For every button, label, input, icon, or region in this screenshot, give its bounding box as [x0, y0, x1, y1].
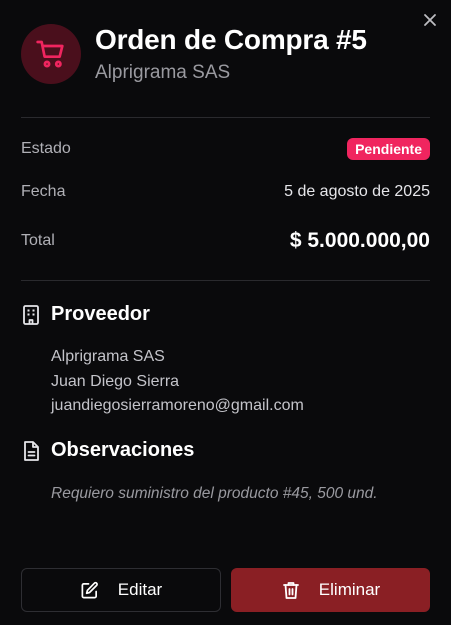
- date-row: Fecha 5 de agosto de 2025: [21, 183, 430, 201]
- close-button[interactable]: [420, 10, 440, 30]
- supplier-details: Alprigrama SAS Juan Diego Sierra juandie…: [51, 345, 304, 419]
- building-icon: [23, 304, 39, 325]
- status-badge: Pendiente: [347, 138, 430, 160]
- delete-label: Eliminar: [318, 580, 381, 599]
- divider-middle: [21, 280, 430, 281]
- supplier-email: juandiegosierramoreno@gmail.com: [51, 397, 304, 414]
- date-label: Fecha: [21, 183, 66, 200]
- supplier-company: Alprigrama SAS: [51, 348, 165, 365]
- total-label: Total: [21, 232, 55, 249]
- trash-icon: [282, 582, 299, 599]
- observations-text: Requiero suministro del producto #45, 50…: [51, 485, 378, 502]
- observations-heading: Observaciones: [21, 439, 194, 462]
- edit-button[interactable]: Editar: [21, 568, 221, 612]
- edit-label: Editar: [117, 580, 163, 599]
- status-row: Estado Pendiente: [21, 138, 430, 160]
- total-row: Total $ 5.000.000,00: [21, 229, 430, 253]
- delete-button[interactable]: Eliminar: [231, 568, 430, 612]
- close-icon: [424, 14, 436, 26]
- order-title: Orden de Compra #5: [95, 24, 367, 55]
- cart-avatar: [21, 23, 81, 84]
- dialog-header: Orden de Compra #5 Alprigrama SAS: [21, 23, 367, 84]
- order-subtitle: Alprigrama SAS: [95, 62, 231, 83]
- document-icon: [24, 440, 39, 461]
- supplier-title: Proveedor: [51, 303, 150, 325]
- status-label: Estado: [21, 140, 71, 157]
- supplier-heading: Proveedor: [21, 303, 150, 326]
- total-value: $ 5.000.000,00: [289, 229, 430, 252]
- shopping-cart-icon: [36, 40, 64, 67]
- observations-title: Observaciones: [51, 439, 195, 461]
- date-value: 5 de agosto de 2025: [284, 183, 430, 200]
- supplier-contact: Juan Diego Sierra: [51, 372, 180, 390]
- edit-icon: [81, 581, 99, 598]
- divider-top: [21, 117, 430, 118]
